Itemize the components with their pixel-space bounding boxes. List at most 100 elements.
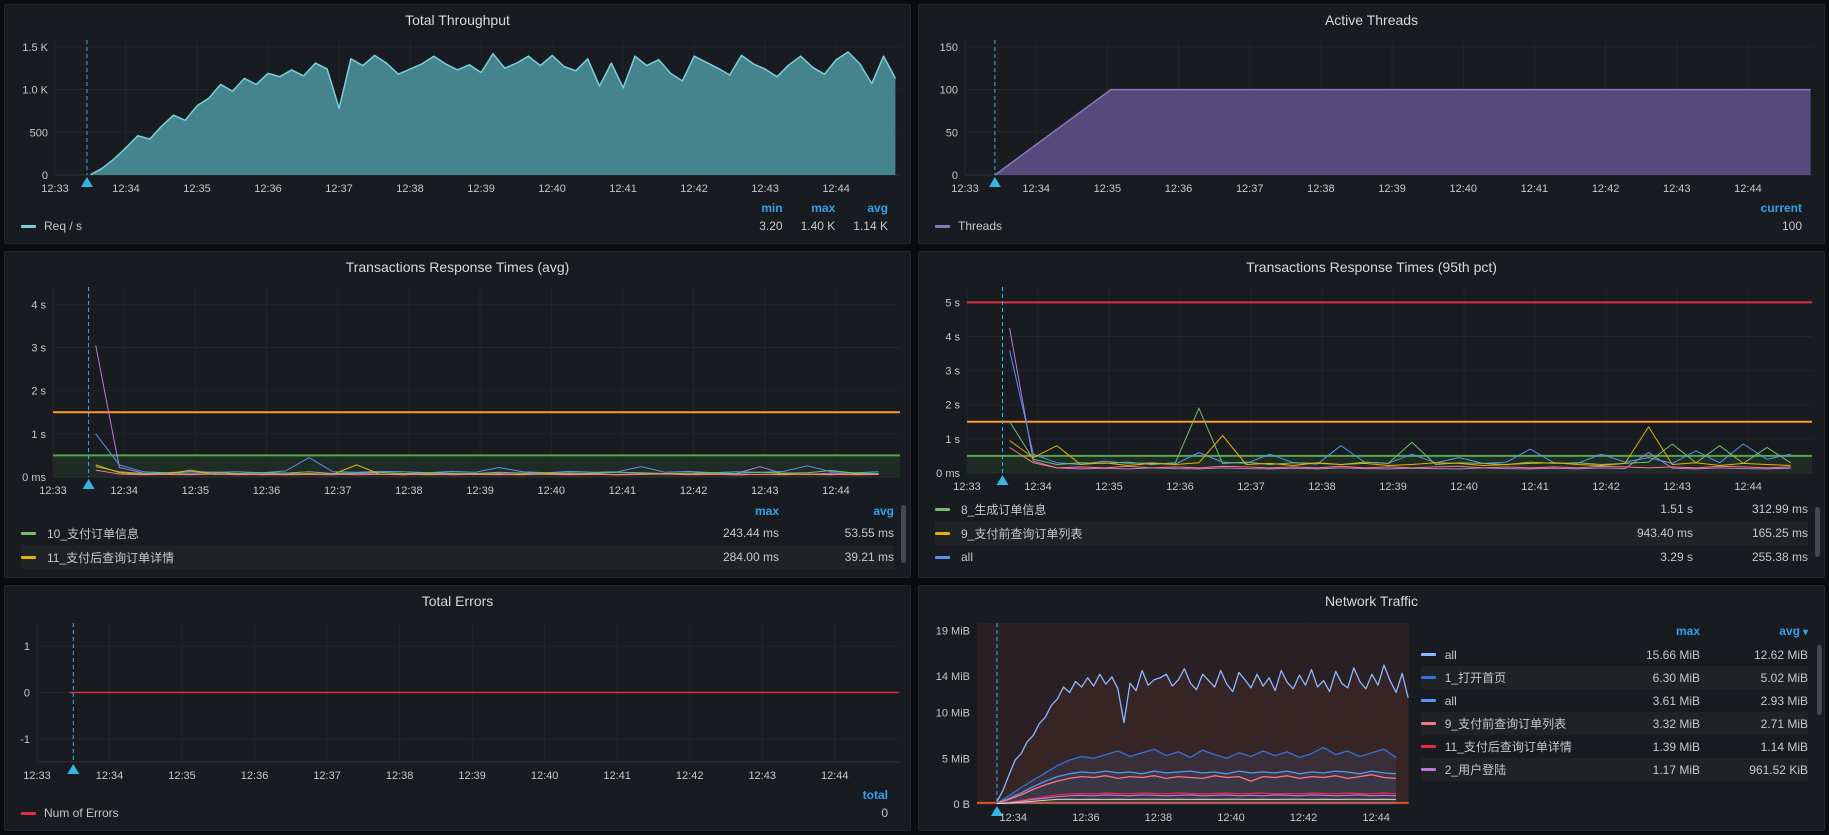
svg-text:12:42: 12:42 [680, 485, 708, 497]
legend-series-label[interactable]: 9_支付前查询订单列表 [961, 525, 1543, 542]
legend-max-value: 1.17 MiB [1600, 763, 1700, 777]
svg-text:1.0 K: 1.0 K [22, 85, 48, 97]
legend-series-label[interactable]: 8_生成订单信息 [961, 501, 1543, 518]
throughput-legend: Req / s min 3.20 max 1.40 K avg 1.14 K [5, 199, 910, 243]
svg-text:150: 150 [940, 42, 958, 54]
svg-text:12:40: 12:40 [537, 485, 565, 497]
svg-text:12:34: 12:34 [1000, 812, 1028, 824]
legend-series-label[interactable]: 10_支付订单信息 [47, 525, 629, 542]
legend-scrollbar[interactable] [1815, 507, 1820, 557]
svg-text:12:40: 12:40 [1217, 812, 1245, 824]
svg-text:12:44: 12:44 [1734, 481, 1762, 493]
stat-header-avg[interactable]: avg [853, 201, 888, 215]
errors-chart[interactable]: 12:3312:3412:3512:3612:3712:3812:3912:40… [5, 611, 910, 786]
rt-avg-chart[interactable]: 12:3312:3412:3512:3612:3712:3812:3912:40… [5, 277, 910, 501]
legend-row: all 3.61 MiB 2.93 MiB [1421, 689, 1808, 712]
legend-series-label[interactable]: all [1445, 694, 1600, 708]
legend-series-label[interactable]: Num of Errors [44, 806, 119, 820]
svg-text:12:44: 12:44 [822, 485, 850, 497]
legend-series-label[interactable]: 9_支付前查询订单列表 [1445, 715, 1600, 732]
legend-row: all 15.66 MiB 12.62 MiB [1421, 643, 1808, 666]
svg-text:12:33: 12:33 [39, 485, 67, 497]
svg-text:12:35: 12:35 [1094, 183, 1122, 195]
network-chart[interactable]: 12:3412:3612:3812:4012:4212:440 B5 MiB10… [919, 611, 1417, 830]
throughput-chart[interactable]: 12:3312:3412:3512:3612:3712:3812:3912:40… [5, 30, 910, 199]
panel-title-rt-avg[interactable]: Transactions Response Times (avg) [5, 252, 910, 277]
svg-text:12:33: 12:33 [41, 183, 69, 195]
svg-text:12:41: 12:41 [1521, 481, 1549, 493]
series-color-dash [21, 532, 36, 535]
stat-header-min[interactable]: min [759, 201, 782, 215]
svg-text:1: 1 [24, 641, 30, 653]
legend-header-avg[interactable]: avg [779, 504, 894, 518]
panel-total-throughput: Total Throughput 12:3312:3412:3512:3612:… [4, 4, 911, 244]
svg-text:1.5 K: 1.5 K [22, 42, 48, 54]
legend-max-value: 1.39 MiB [1600, 740, 1700, 754]
threads-chart[interactable]: 12:3312:3412:3512:3612:3712:3812:3912:40… [919, 30, 1824, 199]
svg-text:12:36: 12:36 [1165, 183, 1193, 195]
stat-header-total[interactable]: total [863, 788, 888, 802]
legend-series-label[interactable]: Threads [958, 219, 1002, 233]
legend-series-label[interactable]: 11_支付后查询订单详情 [47, 549, 629, 566]
svg-text:12:33: 12:33 [951, 183, 979, 195]
legend-row: 11_支付后查询订单详情 284.00 ms 39.21 ms [21, 545, 894, 569]
svg-text:2 s: 2 s [945, 400, 960, 412]
panel-title-active-threads[interactable]: Active Threads [919, 5, 1824, 30]
panel-title-total-errors[interactable]: Total Errors [5, 586, 910, 611]
svg-text:12:36: 12:36 [1166, 481, 1194, 493]
rt-avg-legend: max avg 10_支付订单信息 243.44 ms 53.55 ms 11_… [5, 501, 910, 577]
legend-series-label[interactable]: 11_支付后查询订单详情 [1445, 738, 1600, 755]
legend-series-label[interactable]: 2_用户登陆 [1445, 761, 1600, 778]
panel-total-errors: Total Errors 12:3312:3412:3512:3612:3712… [4, 585, 911, 831]
legend-scrollbar[interactable] [1817, 645, 1822, 715]
svg-text:12:37: 12:37 [1236, 183, 1264, 195]
stat-value-current: 100 [1761, 219, 1802, 233]
svg-text:12:39: 12:39 [467, 183, 495, 195]
svg-text:12:36: 12:36 [1072, 812, 1100, 824]
svg-text:12:42: 12:42 [1592, 183, 1620, 195]
panel-title-network-traffic[interactable]: Network Traffic [919, 586, 1824, 611]
svg-text:12:33: 12:33 [953, 481, 981, 493]
svg-text:0 B: 0 B [953, 799, 970, 811]
svg-text:12:44: 12:44 [1734, 183, 1762, 195]
svg-text:12:37: 12:37 [313, 770, 341, 782]
legend-series-label[interactable]: all [961, 550, 1543, 564]
legend-max-value: 15.66 MiB [1600, 648, 1700, 662]
stat-header-max[interactable]: max [801, 201, 836, 215]
stat-header-current[interactable]: current [1761, 201, 1802, 215]
legend-header-max[interactable]: max [629, 504, 779, 518]
legend-avg-value: 39.21 ms [779, 550, 894, 564]
rt-95-chart[interactable]: 12:3312:3412:3512:3612:3712:3812:3912:40… [919, 277, 1824, 497]
series-color-dash [1421, 722, 1436, 725]
svg-text:12:42: 12:42 [680, 183, 708, 195]
legend-row: 1_打开首页 6.30 MiB 5.02 MiB [1421, 666, 1808, 689]
legend-max-value: 3.29 s [1543, 550, 1693, 564]
legend-series-label[interactable]: all [1445, 648, 1600, 662]
svg-text:12:34: 12:34 [1024, 481, 1052, 493]
legend-header-avg-sort[interactable]: avg▾ [1700, 624, 1808, 638]
svg-text:12:41: 12:41 [603, 770, 631, 782]
svg-text:12:41: 12:41 [609, 183, 637, 195]
legend-scrollbar[interactable] [901, 505, 906, 563]
svg-text:12:34: 12:34 [96, 770, 124, 782]
svg-text:12:35: 12:35 [182, 485, 210, 497]
panel-network-traffic: Network Traffic 12:3412:3612:3812:4012:4… [918, 585, 1825, 831]
svg-text:12:39: 12:39 [1378, 183, 1406, 195]
panel-title-rt-95[interactable]: Transactions Response Times (95th pct) [919, 252, 1824, 277]
legend-avg-value: 2.71 MiB [1700, 717, 1808, 731]
legend-avg-value: 165.25 ms [1693, 526, 1808, 540]
panel-active-threads: Active Threads 12:33 12:34 12:35 12:36 12:37… [918, 4, 1825, 244]
legend-series-label[interactable]: Req / s [44, 219, 82, 233]
series-color-dash [935, 532, 950, 535]
legend-max-value: 6.30 MiB [1600, 671, 1700, 685]
svg-text:5 s: 5 s [945, 297, 960, 309]
legend-max-value: 3.32 MiB [1600, 717, 1700, 731]
series-color-dash [1421, 699, 1436, 702]
sort-desc-icon: ▾ [1803, 627, 1808, 638]
svg-text:12:34: 12:34 [1022, 183, 1050, 195]
svg-text:12:36: 12:36 [254, 183, 282, 195]
legend-max-value: 943.40 ms [1543, 526, 1693, 540]
legend-header-max[interactable]: max [1600, 624, 1700, 638]
panel-title-total-throughput[interactable]: Total Throughput [5, 5, 910, 30]
legend-series-label[interactable]: 1_打开首页 [1445, 669, 1600, 686]
